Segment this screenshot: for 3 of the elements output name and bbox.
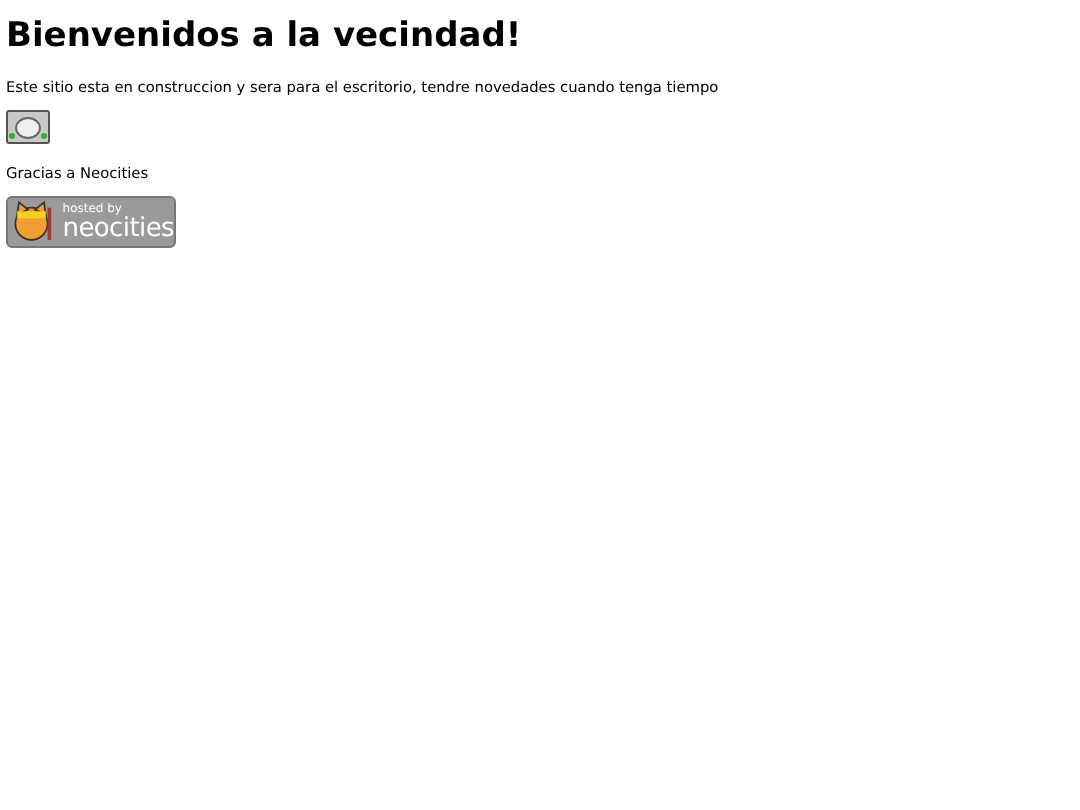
cat-icon: [10, 198, 57, 246]
device-icon: [6, 110, 50, 144]
page-title: Bienvenidos a la vecindad!: [6, 16, 524, 56]
